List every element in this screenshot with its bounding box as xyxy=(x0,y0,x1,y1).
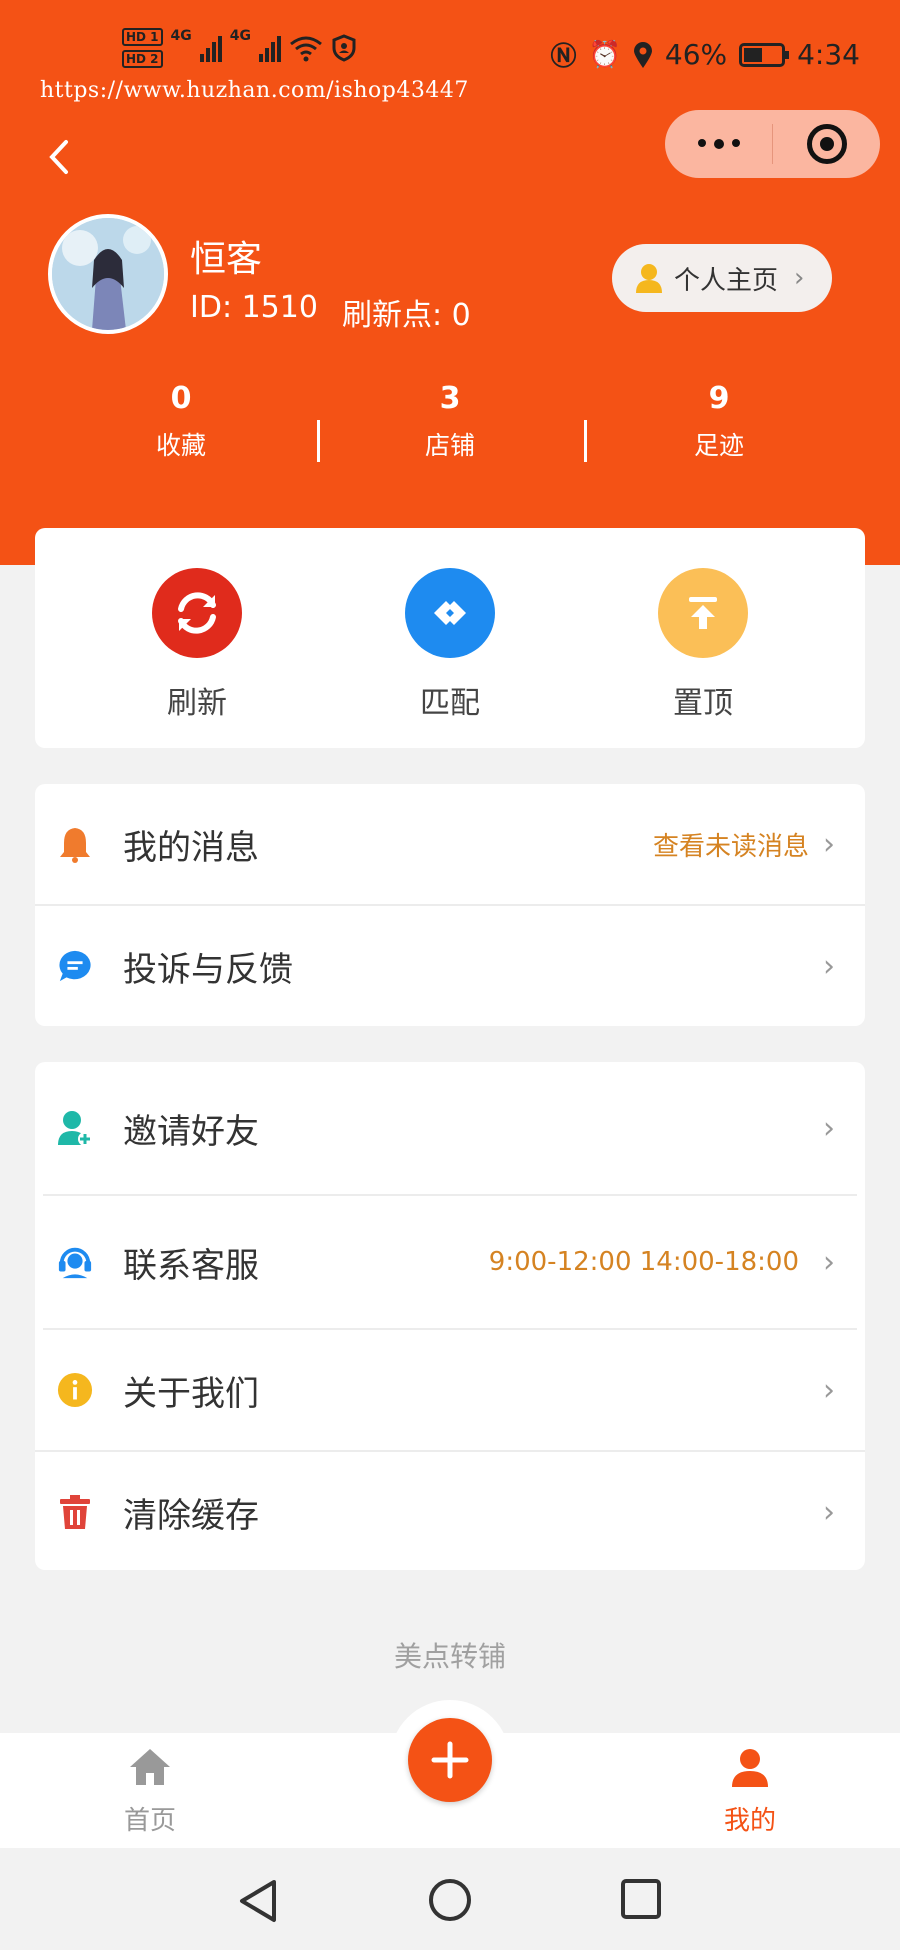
back-triangle-icon[interactable] xyxy=(236,1878,280,1924)
signal2-icon xyxy=(259,34,281,62)
stat-label: 足迹 xyxy=(693,431,744,460)
user-icon xyxy=(636,264,662,293)
bell-icon xyxy=(57,824,93,864)
chevron-right-icon: › xyxy=(823,826,835,862)
tab-mine[interactable]: 我的 xyxy=(690,1747,810,1837)
chevron-right-icon: › xyxy=(823,1244,835,1280)
menu-item-label: 关于我们 xyxy=(123,1373,259,1414)
match-action[interactable]: 匹配 xyxy=(380,568,520,722)
trash-icon xyxy=(57,1492,93,1532)
personal-homepage-label: 个人主页 xyxy=(674,265,779,296)
link-icon xyxy=(405,568,495,658)
pin-top-icon xyxy=(658,568,748,658)
hd2-indicator: HD 2 xyxy=(122,50,163,68)
action-label: 刷新 xyxy=(167,686,227,721)
about-us-item[interactable]: 关于我们 › xyxy=(35,1330,865,1450)
my-messages-item[interactable]: 我的消息 查看未读消息 › xyxy=(35,784,865,904)
user-icon xyxy=(732,1749,768,1787)
chevron-right-icon: › xyxy=(823,1494,835,1530)
refresh-points: 刷新点: 0 xyxy=(341,298,471,333)
menu-group-2: 邀请好友 › 联系客服 9:00-12:00 14:00-18:00 › 关于我… xyxy=(35,1062,865,1570)
pin-top-action[interactable]: 置顶 xyxy=(633,568,773,722)
shield-user-icon xyxy=(332,34,356,62)
publish-fab[interactable] xyxy=(390,1700,510,1820)
clock: 4:34 xyxy=(797,38,860,71)
net2-label: 4G xyxy=(229,28,251,44)
more-options-button[interactable] xyxy=(665,139,772,149)
miniprogram-capsule xyxy=(665,110,880,178)
nfc-icon: Ⓝ xyxy=(550,42,577,72)
footer-brand-text: 美点转铺 xyxy=(393,1640,506,1673)
target-icon xyxy=(806,124,847,164)
contact-support-item[interactable]: 联系客服 9:00-12:00 14:00-18:00 › xyxy=(35,1196,865,1328)
clear-cache-item[interactable]: 清除缓存 › xyxy=(35,1452,865,1572)
chevron-right-icon: › xyxy=(794,263,805,293)
menu-item-label: 我的消息 xyxy=(123,827,259,868)
tab-label: 我的 xyxy=(723,1806,776,1836)
info-icon xyxy=(57,1370,93,1410)
home-icon xyxy=(130,1749,170,1785)
chat-bubble-icon xyxy=(57,946,93,986)
home-circle-icon[interactable] xyxy=(428,1878,472,1922)
chevron-right-icon: › xyxy=(823,1110,835,1146)
hd1-indicator: HD 1 xyxy=(122,28,163,46)
chevron-right-icon: › xyxy=(823,948,835,984)
refresh-action[interactable]: 刷新 xyxy=(127,568,267,722)
avatar[interactable] xyxy=(48,214,168,334)
menu-item-label: 投诉与反馈 xyxy=(123,949,293,990)
stats-row: 0 收藏 3 店铺 9 足迹 xyxy=(0,380,900,470)
user-id-row: ID: 1510 刷新点: 0 xyxy=(190,290,471,334)
menu-group-1: 我的消息 查看未读消息 › 投诉与反馈 › xyxy=(35,784,865,1026)
stat-label: 收藏 xyxy=(155,431,206,460)
action-label: 置顶 xyxy=(673,686,733,721)
menu-item-label: 邀请好友 xyxy=(123,1111,259,1152)
user-id: ID: 1510 xyxy=(190,290,318,325)
stat-value: 9 xyxy=(708,381,730,416)
watermark-url: https://www.huzhan.com/ishop43447 xyxy=(40,78,469,103)
menu-item-label: 清除缓存 xyxy=(123,1495,259,1536)
wifi-icon xyxy=(290,36,322,62)
tab-home[interactable]: 首页 xyxy=(90,1747,210,1837)
location-icon xyxy=(633,41,652,68)
complaints-feedback-item[interactable]: 投诉与反馈 › xyxy=(35,906,865,1026)
stat-value: 3 xyxy=(439,381,461,416)
stat-label: 店铺 xyxy=(424,431,475,460)
chevron-right-icon: › xyxy=(823,1372,835,1408)
refresh-icon xyxy=(152,568,242,658)
back-button[interactable] xyxy=(40,132,80,182)
net1-label: 4G xyxy=(170,28,192,44)
close-miniprogram-button[interactable] xyxy=(773,124,880,164)
headset-icon xyxy=(57,1242,93,1282)
battery-icon xyxy=(739,42,790,67)
stat-shops[interactable]: 3 店铺 xyxy=(350,380,550,462)
menu-item-label: 联系客服 xyxy=(123,1245,259,1286)
quick-actions-card: 刷新 匹配 置顶 xyxy=(35,528,865,748)
personal-homepage-button[interactable]: 个人主页 › xyxy=(612,244,832,312)
chevron-left-icon xyxy=(49,140,68,174)
tab-label: 首页 xyxy=(123,1806,176,1836)
stat-divider xyxy=(317,420,320,462)
alarm-icon: ⏰ xyxy=(588,39,621,70)
battery-percent: 46% xyxy=(664,38,728,71)
signal1-icon xyxy=(199,34,222,62)
action-label: 匹配 xyxy=(420,686,480,721)
system-navigation-bar xyxy=(0,1848,900,1950)
plus-icon xyxy=(408,1718,492,1802)
support-hours: 9:00-12:00 14:00-18:00 xyxy=(488,1247,799,1277)
stat-favorites[interactable]: 0 收藏 xyxy=(81,380,281,462)
username: 恒客 xyxy=(190,239,263,280)
stat-footprints[interactable]: 9 足迹 xyxy=(619,380,819,462)
add-user-icon xyxy=(57,1108,93,1148)
unread-messages-link[interactable]: 查看未读消息 xyxy=(653,826,809,863)
stat-value: 0 xyxy=(170,381,192,416)
stat-divider xyxy=(584,420,587,462)
invite-friends-item[interactable]: 邀请好友 › xyxy=(35,1062,865,1194)
recents-square-icon[interactable] xyxy=(620,1878,662,1920)
